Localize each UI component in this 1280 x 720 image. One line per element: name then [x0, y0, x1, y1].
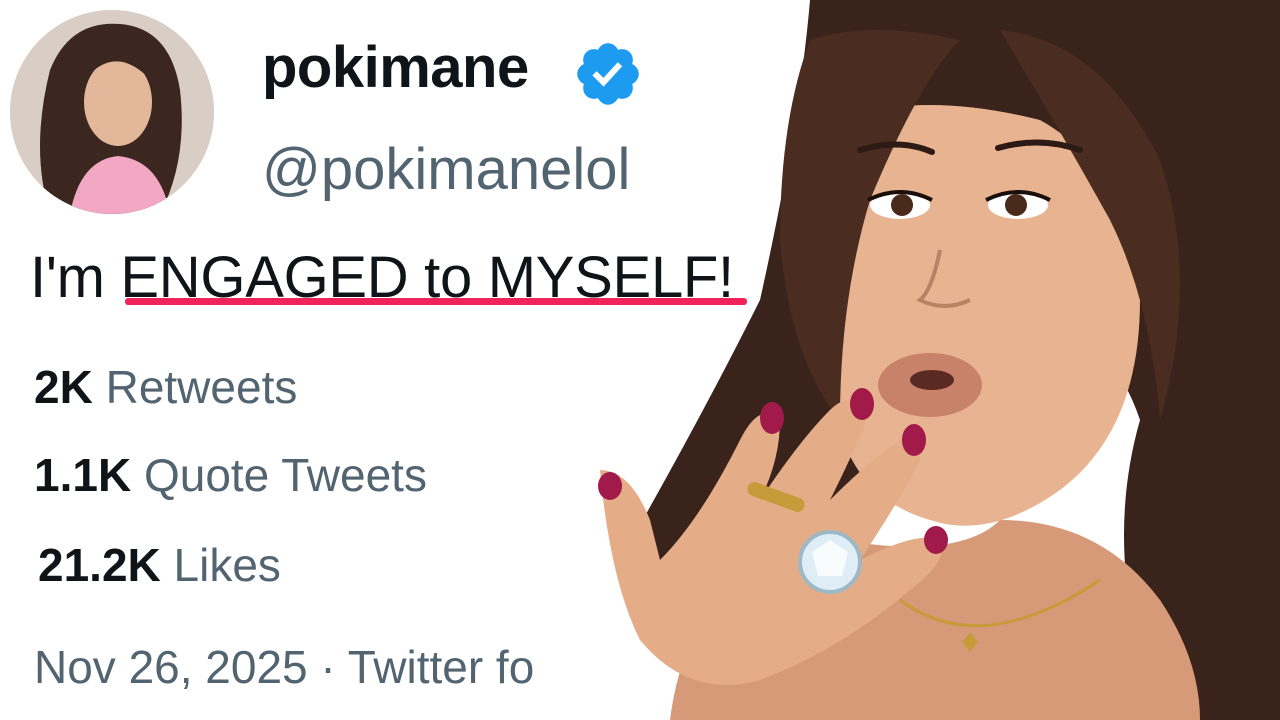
- quote-tweets-count: 1.1K: [34, 449, 132, 501]
- likes-count: 21.2K: [38, 539, 161, 591]
- quote-tweets-label: Quote Tweets: [143, 449, 427, 501]
- character-illustration: [540, 0, 1280, 720]
- likes-stat[interactable]: 21.2K Likes: [38, 538, 281, 592]
- tweet-timestamp[interactable]: Nov 26, 2025 · Twitter fo: [34, 640, 534, 694]
- retweets-count: 2K: [34, 361, 93, 413]
- retweets-label: Retweets: [105, 361, 298, 413]
- quote-tweets-stat[interactable]: 1.1K Quote Tweets: [34, 448, 427, 502]
- likes-label: Likes: [173, 539, 281, 591]
- thumbnail-canvas: pokimane @pokimanelol I'm ENGAGED to MYS…: [0, 0, 1280, 720]
- display-name[interactable]: pokimane: [262, 34, 529, 101]
- profile-avatar[interactable]: [10, 10, 214, 214]
- illustration-art: [598, 0, 1280, 720]
- avatar-photo: [10, 10, 214, 214]
- retweets-stat[interactable]: 2K Retweets: [34, 360, 297, 414]
